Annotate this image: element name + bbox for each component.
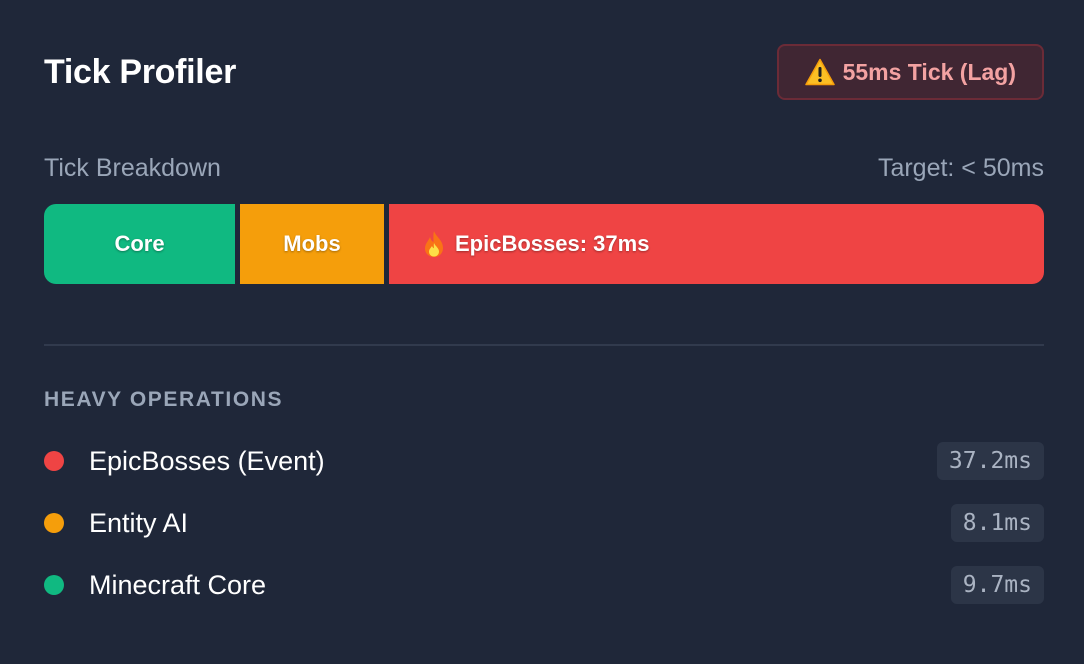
segment-core[interactable]: Core	[44, 204, 235, 284]
operation-time: 8.1ms	[950, 504, 1044, 542]
status-dot-green	[44, 575, 64, 595]
tick-breakdown-header: Tick Breakdown Target: < 50ms	[44, 152, 1044, 186]
lag-badge-label: 55ms Tick (Lag)	[842, 58, 1016, 85]
operation-name: Entity AI	[89, 508, 189, 538]
warning-icon	[804, 58, 835, 86]
operation-name: Minecraft Core	[89, 570, 267, 600]
status-dot-red	[44, 451, 64, 471]
status-dot-orange	[44, 513, 64, 533]
tick-profiler-panel: Tick Profiler 55ms Tick (Lag) Tick Break…	[0, 0, 1084, 664]
section-divider	[44, 344, 1044, 346]
segment-core-label: Core	[114, 231, 165, 256]
segment-mobs[interactable]: Mobs	[240, 204, 384, 284]
segment-mobs-label: Mobs	[283, 231, 341, 256]
tick-breakdown-label: Tick Breakdown	[44, 154, 221, 182]
operation-row-epicbosses[interactable]: EpicBosses (Event) 37.2ms	[44, 440, 1044, 502]
heavy-operations-list: EpicBosses (Event) 37.2ms Entity AI 8.1m…	[44, 440, 1044, 626]
segment-epicbosses[interactable]: EpicBosses: 37ms	[389, 204, 1044, 284]
tick-target-label: Target: < 50ms	[877, 154, 1044, 182]
operation-time: 37.2ms	[936, 442, 1044, 480]
operation-row-minecraft-core[interactable]: Minecraft Core 9.7ms	[44, 564, 1044, 626]
panel-header: Tick Profiler 55ms Tick (Lag)	[44, 44, 1044, 102]
operation-name: EpicBosses (Event)	[89, 446, 325, 476]
flame-icon	[423, 230, 445, 258]
heavy-operations-title: HEAVY OPERATIONS	[44, 388, 284, 411]
operation-time: 9.7ms	[950, 566, 1044, 604]
lag-status-badge: 55ms Tick (Lag)	[776, 44, 1044, 100]
operation-row-entity-ai[interactable]: Entity AI 8.1ms	[44, 502, 1044, 564]
segment-epicbosses-label: EpicBosses: 37ms	[455, 231, 650, 256]
page-title: Tick Profiler	[44, 53, 236, 91]
tick-breakdown-bar: Core Mobs EpicBosses: 37ms	[44, 204, 1044, 284]
